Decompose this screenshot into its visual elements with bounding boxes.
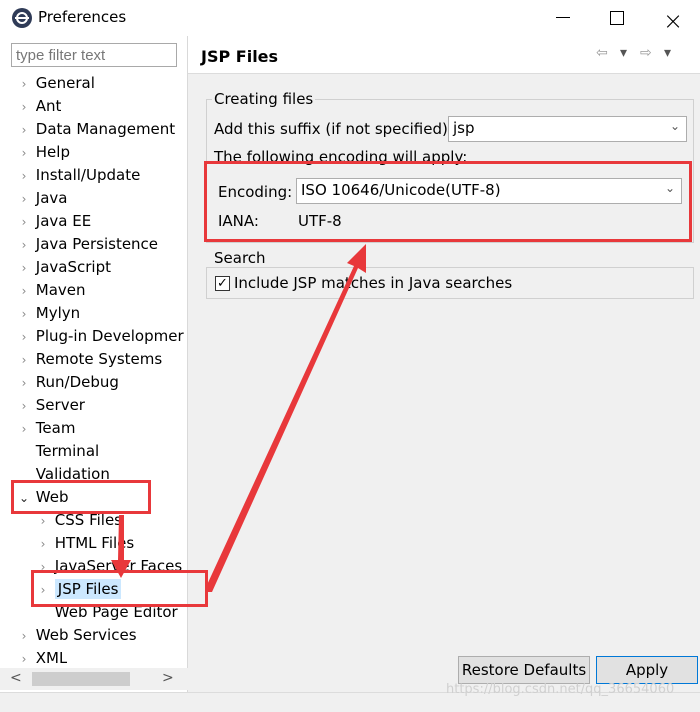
tree-item-label: Web Services (35, 626, 137, 644)
chevron-right-icon[interactable]: › (17, 119, 31, 141)
close-icon: × (663, 7, 684, 35)
scroll-left-icon[interactable]: < (10, 670, 22, 686)
web-highlight-box (11, 480, 151, 514)
tree-item-label: Java (35, 189, 68, 207)
tree-item-label: Data Management (35, 120, 176, 138)
tree-item[interactable]: › Web Services (17, 624, 137, 647)
chevron-right-icon[interactable]: › (17, 418, 31, 440)
chevron-down-icon: ⌄ (669, 119, 680, 133)
tree-item[interactable]: › General (17, 72, 95, 95)
tree-item[interactable]: › Team (17, 417, 76, 440)
chevron-right-icon[interactable]: › (17, 349, 31, 371)
tree-item-label: Ant (35, 97, 62, 115)
scrollbar-thumb[interactable] (32, 672, 130, 686)
scroll-right-icon[interactable]: > (162, 670, 174, 686)
tree-item[interactable]: › Run/Debug (17, 371, 119, 394)
chevron-right-icon[interactable]: › (17, 372, 31, 394)
tree-horizontal-scrollbar[interactable]: < > (0, 668, 188, 690)
close-button[interactable]: × (648, 0, 694, 36)
tree-item[interactable]: › Plug-in Developmer (17, 325, 184, 348)
creating-files-label: Creating files (212, 90, 316, 108)
eclipse-app-icon (12, 8, 32, 28)
tree-item-label: Plug-in Developmer (35, 327, 184, 345)
tree-item[interactable]: › Install/Update (17, 164, 141, 187)
tree-item[interactable]: › Java Persistence (17, 233, 158, 256)
tree-item[interactable]: › HTML Files (36, 532, 135, 555)
chevron-right-icon[interactable]: › (17, 211, 31, 233)
tree-item-label: Remote Systems (35, 350, 163, 368)
tree-item-label: Maven (35, 281, 86, 299)
jsp-files-highlight-box (31, 570, 208, 607)
page-title: JSP Files (201, 47, 279, 66)
tree-item[interactable]: › Maven (17, 279, 86, 302)
tree-item[interactable]: › Mylyn (17, 302, 81, 325)
tree-item-label: Java EE (35, 212, 92, 230)
chevron-right-icon[interactable]: › (17, 96, 31, 118)
tree-item-label: General (35, 74, 95, 92)
tree-item-label: Install/Update (35, 166, 141, 184)
minimize-button[interactable] (540, 0, 586, 36)
tree-item[interactable]: › Server (17, 394, 85, 417)
watermark: https://blog.csdn.net/qq_36654060 (446, 682, 675, 697)
page-header: JSP Files ⇦ ▾ ⇨ ▾ (188, 36, 700, 74)
tree-item-label: Help (35, 143, 70, 161)
chevron-right-icon[interactable]: › (17, 625, 31, 647)
tree-item[interactable]: › Remote Systems (17, 348, 163, 371)
back-menu-chevron-icon[interactable]: ▾ (620, 45, 627, 61)
chevron-right-icon[interactable]: › (17, 280, 31, 302)
tree-item[interactable]: › Help (17, 141, 70, 164)
suffix-value: jsp (453, 119, 475, 137)
title-bar: Preferences × (0, 0, 700, 36)
tree-item-label: Server (35, 396, 85, 414)
chevron-right-icon[interactable]: › (17, 303, 31, 325)
include-jsp-checkbox[interactable]: ✓ (215, 276, 230, 291)
include-jsp-label: Include JSP matches in Java searches (234, 274, 513, 292)
chevron-right-icon[interactable]: › (36, 533, 50, 555)
tree-item-label: JavaScript (35, 258, 111, 276)
suffix-label: Add this suffix (if not specified): (214, 120, 453, 138)
tree-item[interactable]: › Ant (17, 95, 62, 118)
tree-item[interactable]: Terminal (17, 440, 99, 463)
chevron-right-icon[interactable]: › (17, 165, 31, 187)
chevron-right-icon[interactable]: › (17, 257, 31, 279)
apply-button[interactable]: Apply (596, 656, 698, 684)
encoding-highlight-box (204, 161, 692, 242)
maximize-icon (610, 11, 624, 25)
tree-item-label: Java Persistence (35, 235, 159, 253)
chevron-right-icon[interactable]: › (17, 73, 31, 95)
tree-item-label: Run/Debug (35, 373, 119, 391)
tree-item[interactable]: › Data Management (17, 118, 176, 141)
tree-item-label: Mylyn (35, 304, 81, 322)
chevron-right-icon[interactable]: › (17, 326, 31, 348)
tree-item-label: Team (35, 419, 76, 437)
chevron-right-icon[interactable]: › (17, 142, 31, 164)
window-title: Preferences (38, 8, 127, 26)
tree-item[interactable]: › Java (17, 187, 68, 210)
maximize-button[interactable] (594, 0, 640, 36)
restore-defaults-button[interactable]: Restore Defaults (458, 656, 590, 684)
chevron-right-icon[interactable]: › (17, 188, 31, 210)
search-label: Search (212, 249, 268, 267)
filter-input[interactable] (11, 43, 177, 67)
chevron-right-icon[interactable]: › (17, 395, 31, 417)
tree-item-label: XML (35, 649, 68, 667)
preference-page: JSP Files ⇦ ▾ ⇨ ▾ Creating files Add thi… (188, 36, 700, 692)
minimize-icon (556, 17, 570, 18)
tree-item[interactable]: › Java EE (17, 210, 92, 233)
forward-menu-chevron-icon[interactable]: ▾ (664, 45, 671, 61)
chevron-right-icon[interactable]: › (17, 234, 31, 256)
chevron-right-icon[interactable]: › (17, 648, 31, 670)
tree-item-label: Terminal (35, 442, 100, 460)
back-arrow-icon[interactable]: ⇦ (596, 45, 608, 61)
tree-item[interactable]: › JavaScript (17, 256, 111, 279)
tree-item[interactable]: › XML (17, 647, 68, 670)
tree-item-label: HTML Files (54, 534, 135, 552)
forward-arrow-icon[interactable]: ⇨ (640, 45, 652, 61)
suffix-select[interactable]: jsp ⌄ (448, 116, 687, 142)
